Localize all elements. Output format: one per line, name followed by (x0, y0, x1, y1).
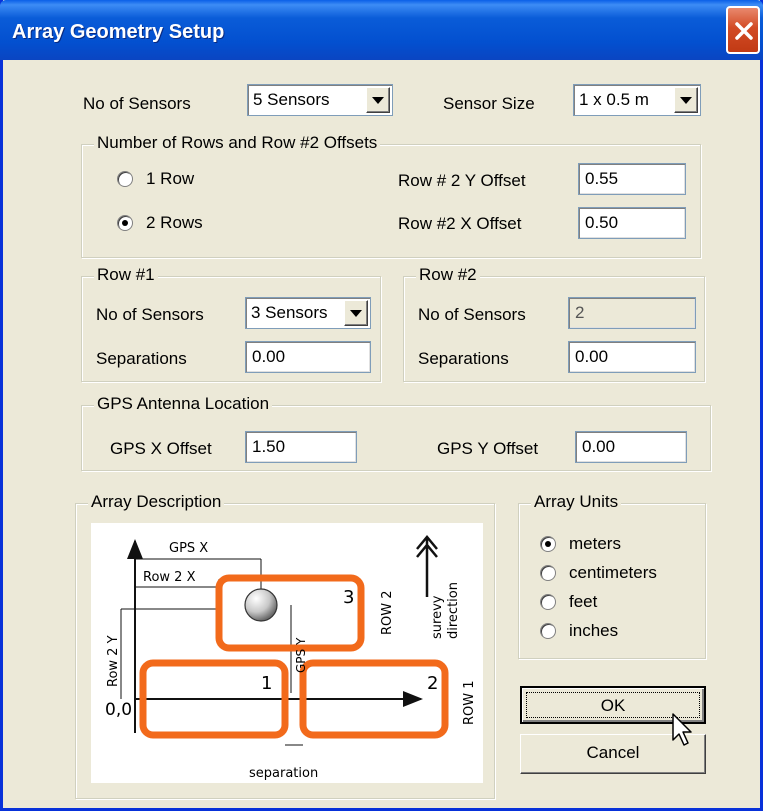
gps-x-label: GPS X Offset (110, 439, 212, 458)
row1-sensors-dropdown-arrow[interactable] (344, 300, 368, 326)
radio-1-row-label[interactable]: 1 Row (146, 169, 194, 189)
label-survey: surevy (430, 595, 445, 639)
row2-y-offset-value: 0.55 (585, 169, 619, 188)
label-origin: 0,0 (105, 700, 132, 720)
row2-x-offset-value: 0.50 (585, 213, 619, 232)
ok-button-label: OK (600, 696, 626, 715)
row2-sensors-field: 2 (568, 297, 696, 329)
sensors-dropdown-arrow[interactable] (366, 87, 390, 113)
dialog-window: Array Geometry Setup No of Sensors 5 Sen… (0, 0, 763, 811)
row1-group-title: Row #1 (94, 265, 158, 285)
mouse-cursor-icon (672, 713, 692, 746)
row2-separations-field[interactable]: 0.00 (568, 341, 696, 373)
radio-inches[interactable] (540, 623, 556, 639)
row1-sensors-dropdown[interactable]: 3 Sensors (245, 297, 371, 329)
label-gps-x: GPS X (169, 541, 208, 556)
sensor-size-label: Sensor Size (443, 94, 535, 113)
dialog-body: No of Sensors 5 Sensors Sensor Size 1 x … (3, 60, 760, 808)
close-icon (735, 22, 753, 40)
label-separation: separation (249, 766, 318, 781)
gps-antenna-icon (244, 588, 278, 622)
gps-y-label: GPS Y Offset (437, 439, 539, 458)
sensor-size-dropdown[interactable]: 1 x 0.5 m (573, 84, 701, 116)
gps-x-field[interactable]: 1.50 (245, 431, 357, 463)
label-row-2: ROW 2 (380, 590, 395, 635)
radio-meters-label[interactable]: meters (569, 534, 621, 554)
array-diagram-svg: GPS X Row 2 X Row 2 Y GPS Y 0,0 separati… (105, 535, 477, 781)
label-row-1: ROW 1 (462, 680, 477, 725)
row2-x-offset-label: Row #2 X Offset (398, 214, 522, 233)
row1-separations-value: 0.00 (252, 347, 286, 366)
sensor-size-dropdown-arrow[interactable] (674, 87, 698, 113)
gps-x-value: 1.50 (252, 437, 286, 456)
chevron-down-icon (680, 97, 692, 104)
sensor-3-rect (215, 574, 365, 652)
row2-group-title: Row #2 (416, 265, 480, 285)
radio-centimeters-label[interactable]: centimeters (569, 563, 657, 583)
row2-separations-label: Separations (418, 349, 509, 368)
radio-2-rows[interactable] (117, 215, 133, 231)
row1-separations-field[interactable]: 0.00 (245, 341, 371, 373)
array-description-title: Array Description (88, 492, 225, 512)
row1-sensors-label: No of Sensors (96, 305, 204, 324)
label-gps-y: GPS Y (294, 637, 308, 673)
radio-feet-label[interactable]: feet (569, 592, 597, 612)
sensors-dropdown[interactable]: 5 Sensors (247, 84, 393, 116)
row2-y-offset-label: Row # 2 Y Offset (398, 171, 526, 190)
row1-sensors-value: 3 Sensors (251, 303, 328, 322)
gps-y-field[interactable]: 0.00 (575, 431, 687, 463)
label-row2-y: Row 2 Y (106, 635, 121, 687)
label-direction: direction (446, 582, 461, 639)
chevron-down-icon (372, 97, 384, 104)
radio-meters[interactable] (540, 536, 556, 552)
rows-offsets-group: Number of Rows and Row #2 Offsets (81, 133, 701, 258)
label-row2-x: Row 2 X (143, 570, 196, 585)
row2-x-offset-field[interactable]: 0.50 (578, 207, 686, 239)
label-sensor-1: 1 (261, 673, 272, 694)
sensor-size-value: 1 x 0.5 m (579, 90, 649, 109)
cancel-button-label: Cancel (586, 743, 640, 762)
radio-2-rows-label[interactable]: 2 Rows (146, 213, 203, 233)
gps-y-value: 0.00 (582, 437, 616, 456)
chevron-down-icon (350, 310, 362, 317)
gps-group-title: GPS Antenna Location (94, 394, 273, 414)
radio-centimeters[interactable] (540, 565, 556, 581)
radio-1-row[interactable] (117, 171, 133, 187)
row2-sensors-label: No of Sensors (418, 305, 526, 324)
sensors-label: No of Sensors (83, 94, 191, 113)
radio-inches-label[interactable]: inches (569, 621, 618, 641)
row2-y-offset-field[interactable]: 0.55 (578, 163, 686, 195)
row1-separations-label: Separations (96, 349, 187, 368)
radio-feet[interactable] (540, 594, 556, 610)
window-title: Array Geometry Setup (12, 21, 225, 43)
array-units-title: Array Units (531, 492, 622, 512)
rows-offsets-group-title: Number of Rows and Row #2 Offsets (94, 133, 381, 153)
title-bar[interactable]: Array Geometry Setup (0, 0, 763, 60)
survey-direction-icon (416, 535, 438, 597)
row2-sensors-value: 2 (575, 303, 585, 322)
array-diagram: GPS X Row 2 X Row 2 Y GPS Y 0,0 separati… (91, 523, 483, 783)
close-button[interactable] (726, 6, 760, 54)
label-sensor-2: 2 (427, 673, 438, 694)
row2-separations-value: 0.00 (575, 347, 609, 366)
sensors-value: 5 Sensors (253, 90, 330, 109)
label-sensor-3: 3 (343, 587, 354, 608)
